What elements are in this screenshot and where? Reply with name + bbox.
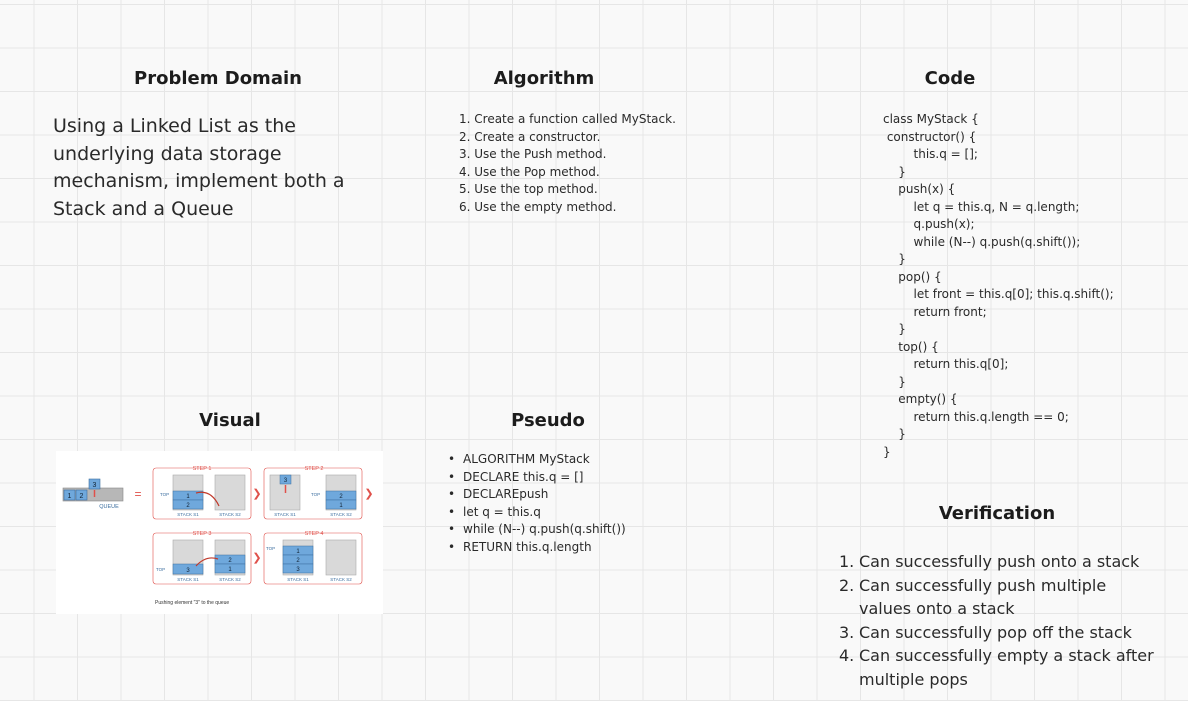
- verification-item: 2. Can successfully push multiple values…: [839, 574, 1159, 621]
- diagram-caption: Pushing element "3" to the queue: [155, 600, 229, 606]
- algorithm-step: 6. Use the empty method.: [459, 199, 617, 214]
- verification-list: 1. Can successfully push onto a stack 2.…: [839, 550, 1159, 691]
- pseudo-item: DECLAREpush: [448, 486, 748, 504]
- step-label: STEP 1: [193, 466, 212, 472]
- stack2-label: STACK S2: [219, 512, 241, 517]
- code-line: empty() {: [883, 392, 958, 406]
- code-line: class MyStack {: [883, 112, 979, 126]
- code-line: constructor() {: [883, 129, 977, 144]
- pseudo-title: Pseudo: [511, 410, 585, 431]
- code-line: }: [883, 252, 906, 266]
- problem-domain-title: Problem Domain: [134, 68, 302, 89]
- code-line: return this.q[0];: [883, 357, 1009, 371]
- code-line: }: [883, 374, 906, 389]
- algorithm-step: 3. Use the Push method.: [459, 147, 607, 161]
- step-label: STEP 4: [305, 531, 324, 537]
- pseudo-item: RETURN this.q.length: [448, 539, 748, 557]
- code-line: }: [883, 444, 891, 459]
- pseudo-item: while (N--) q.push(q.shift()): [448, 521, 748, 539]
- equals-sign: =: [134, 487, 141, 501]
- svg-text:TOP: TOP: [266, 546, 275, 551]
- verification-title: Verification: [938, 503, 1056, 524]
- code-line: return this.q.length == 0;: [883, 409, 1069, 424]
- verification-item: 1. Can successfully push onto a stack: [839, 550, 1159, 574]
- pseudo-item: DECLARE this.q = []: [448, 469, 748, 487]
- top-label: TOP: [160, 492, 169, 497]
- pseudo-item: ALGORITHM MyStack: [448, 451, 748, 469]
- stack1-label: STACK S1: [287, 577, 309, 582]
- code-line: let front = this.q[0]; this.q.shift();: [883, 287, 1114, 301]
- code-line: return front;: [883, 304, 987, 319]
- queue-value: 3: [93, 482, 97, 489]
- code-line: }: [883, 322, 906, 336]
- stack2-label: STACK S2: [330, 577, 352, 582]
- stack2-label: STACK S2: [219, 577, 241, 582]
- code-line: top() {: [883, 339, 939, 354]
- pseudo-item: let q = this.q: [448, 504, 748, 522]
- svg-text:❯: ❯: [252, 552, 261, 564]
- visual-diagram-image: 1 2 3 QUEUE = STEP 1 1 2 TOP STACK S1 ST…: [56, 451, 383, 614]
- algorithm-list: 1. Create a function called MyStack. 2. …: [459, 111, 719, 216]
- svg-text:TOP: TOP: [156, 567, 165, 572]
- stack1-label: STACK S1: [274, 512, 296, 517]
- stack2-label: STACK S2: [330, 512, 352, 517]
- code-line: push(x) {: [883, 182, 956, 196]
- step-label: STEP 2: [305, 466, 324, 472]
- step-label: STEP 3: [193, 531, 212, 537]
- algorithm-title: Algorithm: [493, 68, 595, 89]
- stack1-label: STACK S1: [177, 512, 199, 517]
- code-line: pop() {: [883, 269, 942, 284]
- code-line: }: [883, 427, 906, 441]
- stack1-label: STACK S1: [177, 577, 199, 582]
- algorithm-step: 2. Create a constructor.: [459, 129, 601, 144]
- verification-text: Can successfully push onto a stack: [859, 552, 1140, 571]
- algorithm-step: 5. Use the top method.: [459, 182, 598, 196]
- svg-text:❯: ❯: [364, 488, 373, 500]
- visual-title: Visual: [199, 410, 261, 431]
- problem-domain-text: Using a Linked List as the underlying da…: [53, 115, 345, 220]
- code-block: class MyStack { constructor() { this.q =…: [883, 111, 1173, 461]
- code-line: while (N--) q.push(q.shift());: [883, 234, 1081, 249]
- stack-queue-diagram: 1 2 3 QUEUE = STEP 1 1 2 TOP STACK S1 ST…: [62, 466, 374, 606]
- pseudo-list: ALGORITHM MyStack DECLARE this.q = [] DE…: [448, 451, 748, 556]
- verification-number: 1.: [839, 552, 855, 571]
- algorithm-step: 4. Use the Pop method.: [459, 164, 600, 179]
- svg-text:TOP: TOP: [311, 492, 320, 497]
- queue-label: QUEUE: [99, 504, 119, 510]
- verification-number: 2.: [839, 575, 855, 595]
- verification-text: Can successfully empty a stack after mul…: [859, 646, 1154, 689]
- code-line: }: [883, 164, 906, 179]
- queue-value: 2: [80, 493, 84, 500]
- code-line: q.push(x);: [883, 217, 975, 231]
- algorithm-step: 1. Create a function called MyStack.: [459, 112, 676, 126]
- code-title: Code: [924, 68, 976, 89]
- code-line: let q = this.q, N = q.length;: [883, 199, 1080, 214]
- svg-text:❯: ❯: [252, 488, 261, 500]
- verification-number: 3.: [839, 622, 855, 642]
- verification-text: Can successfully push multiple values on…: [859, 575, 1107, 619]
- queue-value: 1: [68, 493, 72, 500]
- code-line: this.q = [];: [883, 147, 978, 161]
- verification-number: 4.: [839, 646, 855, 665]
- verification-text: Can successfully pop off the stack: [859, 622, 1132, 642]
- verification-item: 4. Can successfully empty a stack after …: [839, 644, 1159, 691]
- verification-item: 3. Can successfully pop off the stack: [839, 621, 1159, 645]
